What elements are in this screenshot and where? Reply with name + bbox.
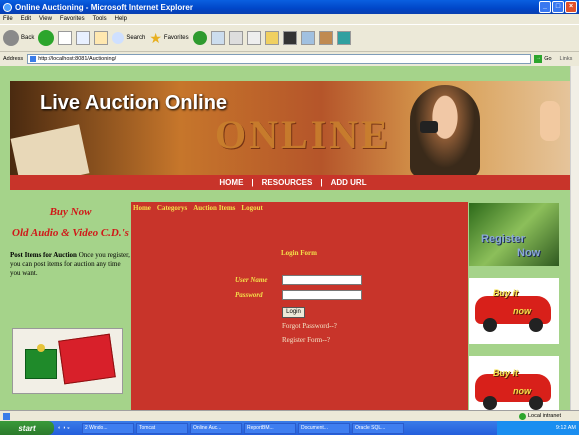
user-name-input[interactable]: [282, 275, 362, 285]
title-bar: Online Auctioning - Microsoft Internet E…: [0, 0, 579, 14]
k-icon[interactable]: [282, 31, 297, 45]
home-icon[interactable]: [94, 31, 109, 45]
address-input[interactable]: http://localhost:8081/Auctioning/: [27, 54, 532, 64]
menu-file[interactable]: File: [3, 16, 13, 22]
menu-link-auction-items[interactable]: Auction Items: [193, 204, 235, 212]
back-arrow-icon: [3, 30, 19, 46]
nav-add-url[interactable]: ADD URL: [331, 178, 367, 187]
site-menu: Home Categorys Auction Items Logout: [133, 204, 263, 212]
ie-icon: [3, 2, 12, 12]
left-column: Buy Now Old Audio & Video C.D.'s Post It…: [10, 202, 131, 410]
menu-view[interactable]: View: [39, 16, 52, 22]
system-tray: 9:12 AM: [497, 421, 579, 435]
links-button[interactable]: Links: [560, 56, 573, 62]
forward-arrow-icon: [38, 30, 55, 46]
star-icon: ★: [149, 29, 162, 46]
banner: Live Auction Online ONLINE: [10, 81, 576, 190]
menu-link-logout[interactable]: Logout: [241, 204, 262, 212]
history-icon[interactable]: [192, 31, 207, 45]
task-tomcat[interactable]: Tomcat: [136, 422, 188, 434]
window-title: Online Auctioning - Microsoft Internet E…: [15, 2, 193, 12]
research-icon[interactable]: [318, 31, 333, 45]
phone-icon: [420, 121, 438, 133]
favorites-button[interactable]: ★ Favorites: [149, 28, 188, 48]
old-audio-heading: Old Audio & Video C.D.'s: [12, 227, 129, 239]
nav-separator: |: [320, 178, 323, 187]
menu-link-home[interactable]: Home: [133, 204, 151, 212]
edit-icon[interactable]: [246, 31, 261, 45]
messenger-icon[interactable]: [300, 31, 315, 45]
folder-icon[interactable]: [264, 31, 279, 45]
login-form-title: Login Form: [281, 249, 317, 257]
menu-tools[interactable]: Tools: [93, 16, 107, 22]
password-input[interactable]: [282, 290, 362, 300]
search-button[interactable]: Search: [112, 28, 145, 48]
mail-icon[interactable]: [210, 31, 225, 45]
address-bar: Address http://localhost:8081/Auctioning…: [0, 53, 579, 65]
menu-edit[interactable]: Edit: [21, 16, 31, 22]
task-online-auction[interactable]: Online Auc...: [190, 422, 242, 434]
clock: 9:12 AM: [555, 425, 576, 431]
right-column: Register Now Buy it now Buy it now: [468, 202, 559, 410]
stop-icon[interactable]: [58, 31, 73, 45]
login-button[interactable]: Login: [282, 307, 305, 318]
refresh-icon[interactable]: [76, 31, 91, 45]
menu-favorites[interactable]: Favorites: [60, 16, 85, 22]
status-bar: Local intranet: [0, 410, 579, 421]
browser-toolbar: Back Search ★ Favorites: [0, 24, 579, 52]
task-report[interactable]: ReportBM...: [244, 422, 296, 434]
intranet-icon: [518, 412, 526, 420]
task-windows[interactable]: 2 Windo...: [82, 422, 134, 434]
maximize-button[interactable]: □: [552, 1, 564, 13]
forward-button[interactable]: [38, 28, 55, 48]
buy-it-now-banner-2[interactable]: Buy it now: [469, 356, 559, 410]
back-button[interactable]: Back: [3, 28, 34, 48]
close-button[interactable]: ×: [565, 1, 577, 13]
gift-image: [12, 328, 123, 394]
start-button[interactable]: start: [0, 421, 54, 435]
login-panel: Home Categorys Auction Items Logout Logi…: [131, 202, 468, 410]
go-arrow-icon[interactable]: →: [534, 55, 543, 63]
nav-separator: |: [251, 178, 254, 187]
top-nav: HOME | RESOURCES | ADD URL: [10, 175, 576, 190]
minimize-button[interactable]: _: [539, 1, 551, 13]
forgot-password-link[interactable]: Forgot Password--?: [282, 322, 337, 330]
page-status-icon: [3, 412, 10, 420]
register-form-link[interactable]: Register Form--?: [282, 336, 330, 344]
page-icon: [30, 56, 37, 62]
buy-now-heading: Buy Now: [49, 206, 92, 218]
quick-launch[interactable]: ◐ ◑ ◒: [56, 423, 80, 434]
task-document[interactable]: Document...: [298, 422, 350, 434]
task-oracle-sql[interactable]: Oracle SQL...: [352, 422, 404, 434]
banner-title: Live Auction Online: [40, 92, 228, 114]
vertical-scrollbar[interactable]: [570, 66, 579, 410]
taskbar: start ◐ ◑ ◒ 2 Windo... Tomcat Online Auc…: [0, 421, 579, 435]
password-label: Password: [235, 291, 263, 299]
nav-home[interactable]: HOME: [219, 178, 243, 187]
banner-online-text: ONLINE: [215, 112, 391, 157]
buy-it-now-banner[interactable]: Buy it now: [469, 278, 559, 344]
page-content: Live Auction Online ONLINE HOME | RESOUR…: [0, 66, 579, 410]
go-button[interactable]: Go: [544, 56, 551, 62]
search-icon: [112, 32, 125, 44]
security-zone: Local intranet: [518, 412, 561, 420]
nav-resources[interactable]: RESOURCES: [262, 178, 313, 187]
hand-image: [540, 101, 560, 141]
user-name-label: User Name: [235, 276, 268, 284]
menu-link-categorys[interactable]: Categorys: [157, 204, 187, 212]
post-items-text: Post Items for Auction Once you register…: [10, 251, 130, 277]
menu-bar: File Edit View Favorites Tools Help: [0, 14, 579, 24]
address-label: Address: [3, 56, 24, 62]
menu-help[interactable]: Help: [115, 16, 127, 22]
tools-icon[interactable]: [336, 31, 351, 45]
print-icon[interactable]: [228, 31, 243, 45]
register-now-banner[interactable]: Register Now: [469, 203, 559, 266]
